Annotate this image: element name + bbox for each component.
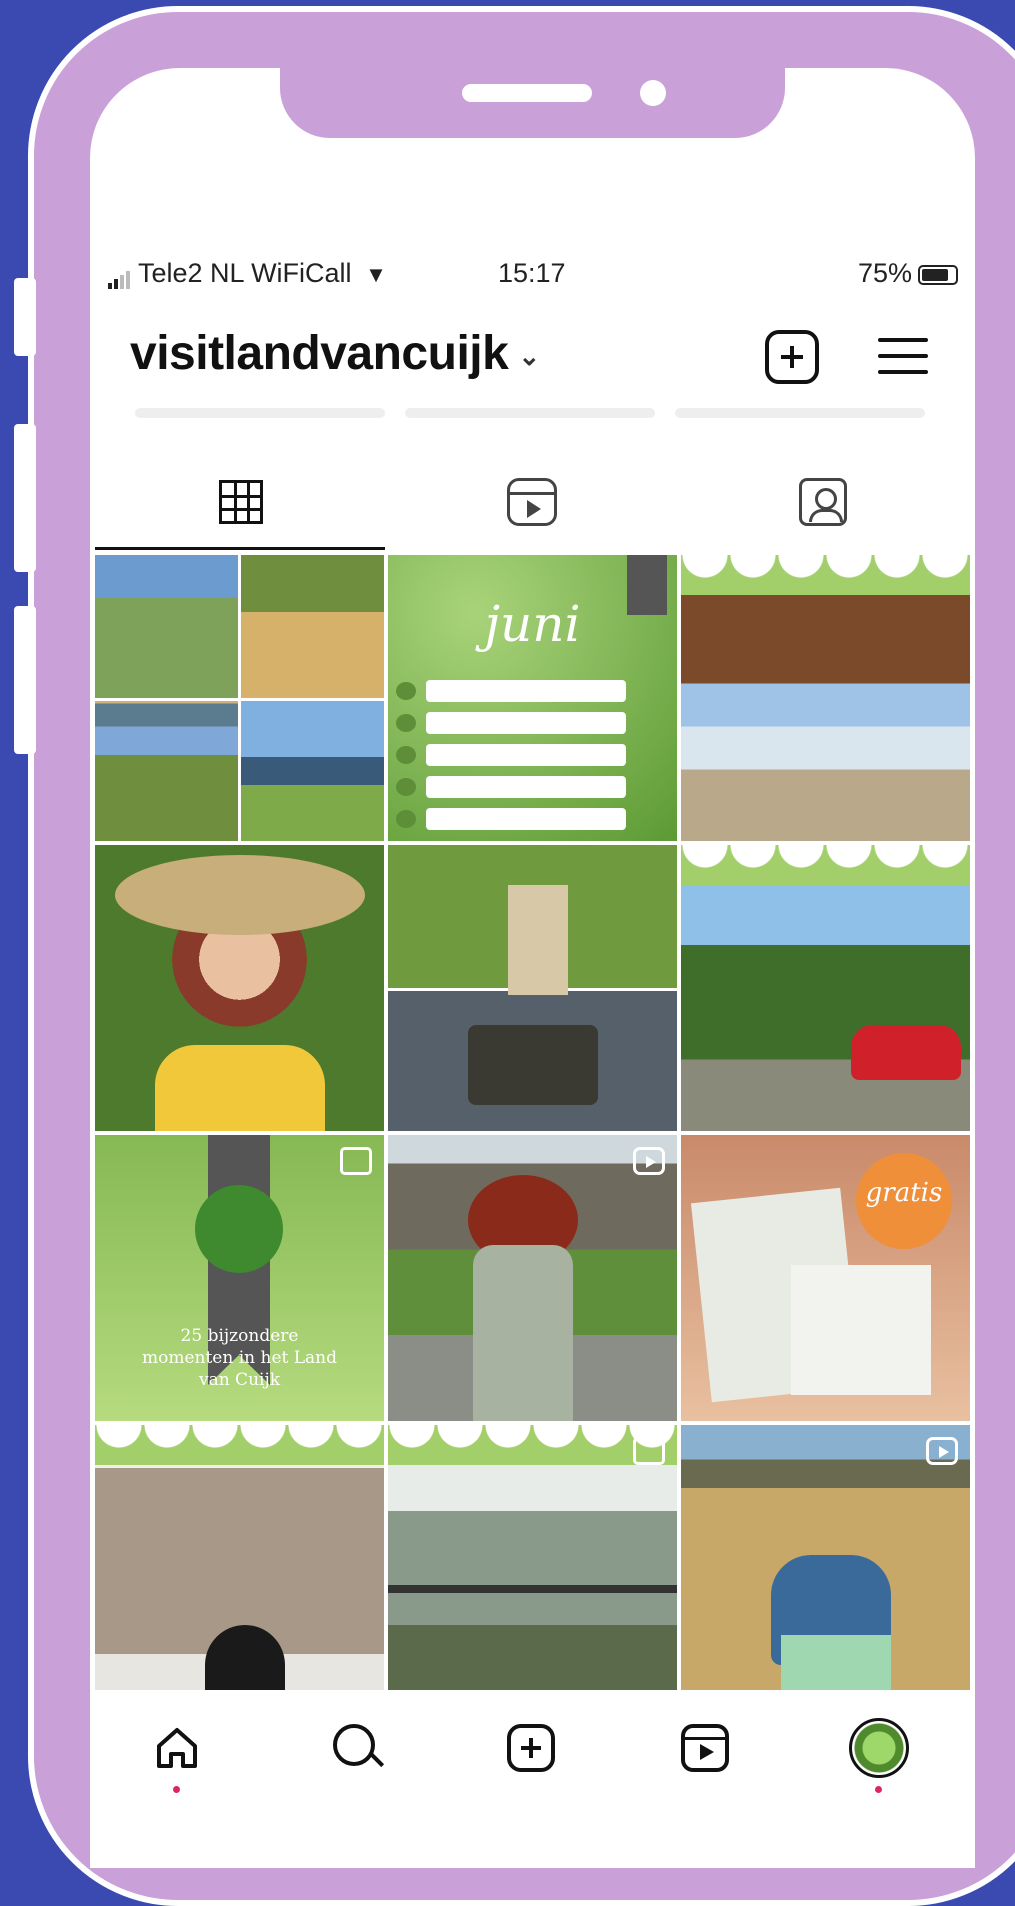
post-scallop-banner [681, 845, 970, 885]
post-scallop-banner [681, 555, 970, 595]
grid-icon [219, 480, 263, 524]
nav-search[interactable] [327, 1718, 387, 1778]
reel-badge-icon [926, 1437, 958, 1465]
profile-header: visitlandvancuijk ⌄ [130, 326, 950, 386]
bottom-nav [95, 1690, 970, 1810]
home-icon [157, 1728, 197, 1768]
username: visitlandvancuijk [130, 327, 509, 380]
carrier-info: Tele2 NL WiFiCall ▼ [108, 258, 387, 289]
post-scallop-banner [95, 1425, 384, 1465]
post-thumbnail[interactable] [681, 845, 970, 1131]
tagged-icon [799, 478, 847, 526]
post-thumbnail[interactable] [388, 845, 677, 1131]
battery-percent: 75% [857, 258, 912, 288]
phone-camera [640, 80, 666, 106]
post-thumbnail[interactable]: 25 bijzondere momenten in het Land van C… [95, 1135, 384, 1421]
posts-grid: juni 25 bijzondere momenten in het Land … [95, 555, 970, 1711]
search-icon [333, 1724, 375, 1766]
tab-reels[interactable] [387, 470, 677, 550]
post-zomer-text: 25 bijzondere momenten in het Land van C… [141, 1326, 338, 1390]
post-thumbnail[interactable]: juni [388, 555, 677, 841]
notification-dot [173, 1786, 180, 1793]
post-thumbnail[interactable] [388, 1135, 677, 1421]
post-gratis-badge: gratis [856, 1153, 952, 1249]
account-switcher[interactable]: visitlandvancuijk ⌄ [130, 326, 540, 381]
wifi-icon: ▼ [365, 262, 387, 287]
create-icon [507, 1724, 555, 1772]
chevron-down-icon: ⌄ [518, 340, 540, 371]
phone-notch [280, 68, 785, 138]
tab-posts[interactable] [95, 470, 385, 550]
nav-profile[interactable] [849, 1718, 909, 1793]
nav-reels[interactable] [675, 1718, 735, 1778]
post-thumbnail[interactable] [388, 1425, 677, 1711]
reel-badge-icon [633, 1147, 665, 1175]
highlight-item[interactable] [675, 408, 925, 418]
post-thumbnail[interactable] [95, 845, 384, 1131]
profile-tabs [95, 470, 970, 550]
signal-icon [108, 258, 132, 289]
create-post-button[interactable] [765, 330, 819, 384]
menu-button[interactable] [878, 330, 932, 384]
carousel-icon [340, 1147, 372, 1175]
carousel-icon [633, 1437, 665, 1465]
notification-dot [875, 1786, 882, 1793]
highlight-item[interactable] [405, 408, 655, 418]
nav-home[interactable] [147, 1718, 207, 1793]
reels-icon [507, 478, 557, 526]
tab-tagged[interactable] [679, 470, 969, 550]
phone-side-button [14, 424, 36, 572]
highlight-item[interactable] [135, 408, 385, 418]
post-thumbnail[interactable] [681, 1425, 970, 1711]
carrier-label: Tele2 NL WiFiCall [138, 258, 352, 288]
post-thumbnail[interactable] [95, 1425, 384, 1711]
battery-indicator: 75% [858, 258, 958, 289]
battery-icon [918, 264, 958, 285]
reels-icon [681, 1724, 729, 1772]
post-thumbnail[interactable] [95, 555, 384, 841]
profile-avatar [849, 1718, 909, 1778]
post-event-list [396, 680, 626, 840]
nav-create[interactable] [501, 1718, 561, 1778]
phone-speaker [462, 84, 592, 102]
post-thumbnail[interactable]: gratis [681, 1135, 970, 1421]
story-highlights [135, 408, 935, 420]
post-thumbnail[interactable] [681, 555, 970, 841]
status-bar: Tele2 NL WiFiCall ▼ 15:17 75% [108, 258, 958, 294]
status-time: 15:17 [498, 258, 566, 288]
phone-side-button [14, 606, 36, 754]
phone-side-button [14, 278, 36, 356]
